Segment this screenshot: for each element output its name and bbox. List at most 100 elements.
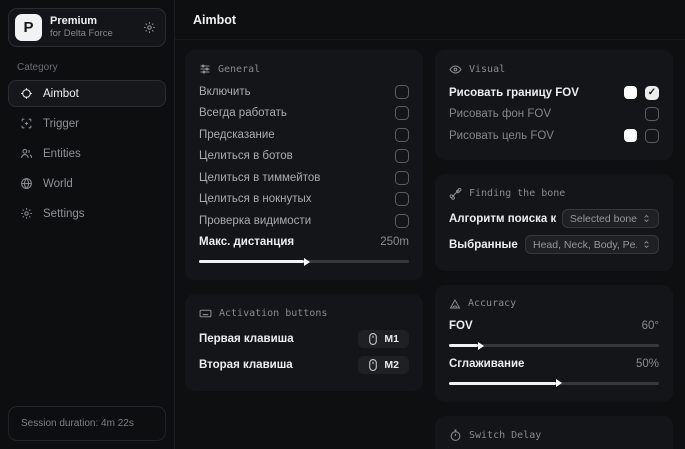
mouse-icon	[368, 333, 378, 345]
setting-label: Предсказание	[199, 129, 275, 141]
brand-card: P Premium for Delta Force	[8, 8, 166, 47]
slider-thumb[interactable]	[304, 258, 310, 266]
slider-value: 250m	[380, 236, 409, 248]
content: General Включить Всегда работать Предска…	[175, 40, 685, 449]
mouse-icon	[368, 359, 378, 371]
card-accuracy-header: Accuracy	[449, 295, 659, 316]
sidebar-item-label: World	[43, 178, 73, 190]
checkbox[interactable]	[395, 128, 409, 142]
globe-icon	[20, 177, 33, 190]
slider-label: Сглаживание	[449, 358, 524, 370]
sidebar-item-label: Trigger	[43, 118, 79, 130]
checkbox[interactable]	[645, 107, 659, 121]
slider-value: 50%	[636, 358, 659, 370]
card-title: Finding the bone	[469, 188, 565, 199]
sidebar-item-entities[interactable]: Entities	[8, 140, 166, 167]
max-distance-slider[interactable]	[199, 260, 409, 263]
setting-row: Предсказание	[199, 124, 409, 146]
card-accuracy: Accuracy FOV 60° Сглаживание 50%	[435, 285, 673, 402]
entities-icon	[20, 147, 33, 160]
setting-label: Рисовать цель FOV	[449, 130, 554, 142]
sidebar-item-trigger[interactable]: Trigger	[8, 110, 166, 137]
smoothing-slider[interactable]	[449, 382, 659, 385]
tune-icon	[199, 63, 211, 75]
keybind-row: Вторая клавиша M2	[199, 352, 409, 378]
session-duration: Session duration: 4m 22s	[8, 406, 166, 441]
sidebar: P Premium for Delta Force Category Aimbo…	[0, 0, 175, 449]
setting-label: Рисовать границу FOV	[449, 87, 579, 99]
fov-slider[interactable]	[449, 344, 659, 347]
checkbox[interactable]	[395, 214, 409, 228]
sidebar-item-label: Aimbot	[43, 88, 79, 100]
card-title: Switch Delay	[469, 430, 541, 441]
keybind-value: M2	[384, 359, 399, 371]
select-row: Алгоритм поиска кости Selected bone	[449, 206, 659, 232]
left-column: General Включить Всегда работать Предска…	[185, 50, 423, 449]
gear-icon[interactable]	[143, 21, 156, 34]
sidebar-item-label: Settings	[43, 208, 85, 220]
setting-row: Рисовать цель FOV	[449, 125, 659, 147]
category-label: Category	[17, 62, 174, 73]
card-title: Visual	[469, 64, 505, 75]
sidebar-item-label: Entities	[43, 148, 81, 160]
bone-icon	[449, 187, 462, 200]
bone-algorithm-select[interactable]: Selected bone	[562, 209, 659, 228]
main-panel: Aimbot General Включить	[175, 0, 685, 449]
trigger-icon	[20, 117, 33, 130]
checkbox[interactable]	[395, 149, 409, 163]
select-label: Алгоритм поиска кости	[449, 213, 556, 225]
checkbox[interactable]	[395, 171, 409, 185]
keybind-label: Вторая клавиша	[199, 359, 293, 371]
slider-row: FOV 60°	[449, 316, 659, 338]
select-value: Selected bone	[570, 213, 637, 225]
sidebar-item-aimbot[interactable]: Aimbot	[8, 80, 166, 107]
brand-logo: P	[15, 14, 42, 41]
slider-thumb[interactable]	[478, 342, 484, 350]
card-bone-header: Finding the bone	[449, 184, 659, 206]
unfold-icon	[642, 239, 651, 250]
select-row: Выбранные кости Head, Neck, Body, Pe...	[449, 232, 659, 258]
eye-icon	[449, 63, 462, 76]
setting-row: Целиться в нокнутых	[199, 189, 409, 211]
sidebar-item-settings[interactable]: Settings	[8, 200, 166, 227]
setting-row: Всегда работать	[199, 103, 409, 125]
selected-bones-select[interactable]: Head, Neck, Body, Pe...	[525, 235, 659, 254]
setting-label: Целиться в тиммейтов	[199, 172, 320, 184]
card-title: Activation buttons	[219, 308, 327, 319]
card-general: General Включить Всегда работать Предска…	[185, 50, 423, 280]
checkbox[interactable]	[395, 192, 409, 206]
slider-thumb[interactable]	[556, 379, 562, 387]
card-visual-header: Visual	[449, 60, 659, 82]
setting-label: Макс. дистанция	[199, 236, 294, 248]
color-swatch[interactable]	[624, 129, 637, 142]
slider-label: FOV	[449, 320, 473, 332]
select-value: Head, Neck, Body, Pe...	[533, 239, 637, 251]
setting-label: Всегда работать	[199, 107, 287, 119]
checkbox[interactable]	[645, 129, 659, 143]
setting-row: Целиться в ботов	[199, 146, 409, 168]
right-column: Visual Рисовать границу FOV Рисовать фон…	[435, 50, 673, 449]
card-activation-buttons: Activation buttons Первая клавиша M1	[185, 294, 423, 391]
checkbox[interactable]	[395, 106, 409, 120]
card-title: General	[218, 64, 260, 75]
keybind-button-primary[interactable]: M1	[358, 330, 409, 348]
sidebar-item-world[interactable]: World	[8, 170, 166, 197]
keybind-value: M1	[384, 333, 399, 345]
setting-label: Целиться в ботов	[199, 150, 293, 162]
setting-label: Проверка видимости	[199, 215, 311, 227]
checkbox[interactable]	[395, 85, 409, 99]
page-title: Aimbot	[175, 0, 685, 40]
keyboard-icon	[199, 307, 212, 320]
sidebar-nav: Aimbot Trigger Entities	[0, 80, 174, 227]
brand-title: Premium	[50, 15, 113, 29]
triangle-icon	[449, 298, 461, 310]
settings-gear-icon	[20, 207, 33, 220]
stopwatch-icon	[449, 429, 462, 442]
color-swatch[interactable]	[624, 86, 637, 99]
checkbox[interactable]	[645, 86, 659, 100]
keybind-button-secondary[interactable]: M2	[358, 356, 409, 374]
setting-label: Включить	[199, 86, 251, 98]
setting-row: Проверка видимости	[199, 210, 409, 232]
crosshair-icon	[20, 87, 33, 100]
setting-row: Рисовать границу FOV	[449, 82, 659, 104]
